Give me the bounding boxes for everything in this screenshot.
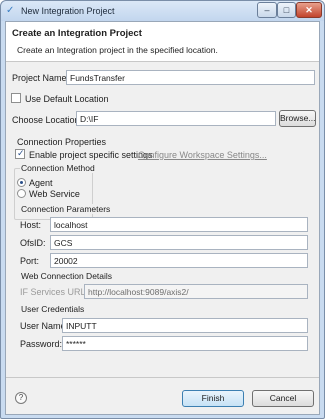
cancel-button[interactable]: Cancel: [252, 390, 314, 407]
header-banner: Create an Integration Project Create an …: [6, 22, 319, 62]
use-default-location-label: Use Default Location: [25, 94, 109, 104]
web-connection-title: Web Connection Details: [20, 271, 114, 281]
port-input[interactable]: 20002: [50, 253, 308, 268]
password-label: Password:: [20, 339, 63, 349]
minimize-button[interactable]: –: [257, 2, 277, 18]
project-name-input[interactable]: FundsTransfer: [66, 70, 315, 85]
username-input[interactable]: INPUTT: [62, 318, 308, 333]
username-label: User Name:: [20, 321, 69, 331]
page-title: Create an Integration Project: [12, 28, 142, 39]
finish-button[interactable]: Finish: [182, 390, 244, 407]
dialog-client-area: Create an Integration Project Create an …: [5, 21, 320, 415]
ofsid-label: OfsID:: [20, 238, 46, 248]
dialog-window: ✓ New Integration Project – □ ✕ Create a…: [0, 0, 325, 419]
ofsid-input[interactable]: GCS: [50, 235, 308, 250]
services-url-label: IF Services URL :: [20, 287, 91, 297]
user-credentials-title: User Credentials: [20, 304, 86, 314]
choose-location-label: Choose Location:: [12, 115, 83, 125]
project-name-label: Project Name:: [12, 73, 70, 83]
use-default-location-checkbox[interactable]: [11, 93, 21, 103]
title-bar[interactable]: ✓ New Integration Project – □ ✕: [1, 1, 324, 21]
services-url-input[interactable]: http://localhost:9089/axis2/: [84, 284, 308, 299]
agent-radio-label: Agent: [29, 178, 53, 188]
connection-method-title: Connection Method: [20, 163, 96, 173]
agent-radio[interactable]: [17, 178, 26, 187]
window-title: New Integration Project: [21, 6, 115, 16]
enable-project-settings-label: Enable project specific settings: [29, 150, 153, 160]
close-button[interactable]: ✕: [296, 2, 322, 18]
footer-divider: [6, 377, 319, 378]
connection-parameters-title: Connection Parameters: [20, 204, 112, 214]
browse-button[interactable]: Browse...: [279, 110, 316, 127]
enable-project-settings-checkbox[interactable]: [15, 148, 25, 159]
password-input[interactable]: ******: [62, 336, 308, 351]
location-input[interactable]: D:\IF: [76, 111, 276, 126]
configure-workspace-link[interactable]: Configure Workspace Settings...: [138, 150, 267, 160]
page-description: Create an Integration project in the spe…: [17, 45, 218, 55]
web-service-radio-label: Web Service: [29, 189, 80, 199]
web-service-radio[interactable]: [17, 189, 26, 198]
host-input[interactable]: localhost: [50, 217, 308, 232]
connection-properties-title: Connection Properties: [17, 137, 107, 147]
app-logo-icon: ✓: [6, 5, 15, 16]
host-label: Host:: [20, 220, 42, 230]
port-label: Port:: [20, 256, 40, 266]
maximize-button[interactable]: □: [277, 2, 296, 18]
help-icon[interactable]: ?: [15, 392, 27, 404]
